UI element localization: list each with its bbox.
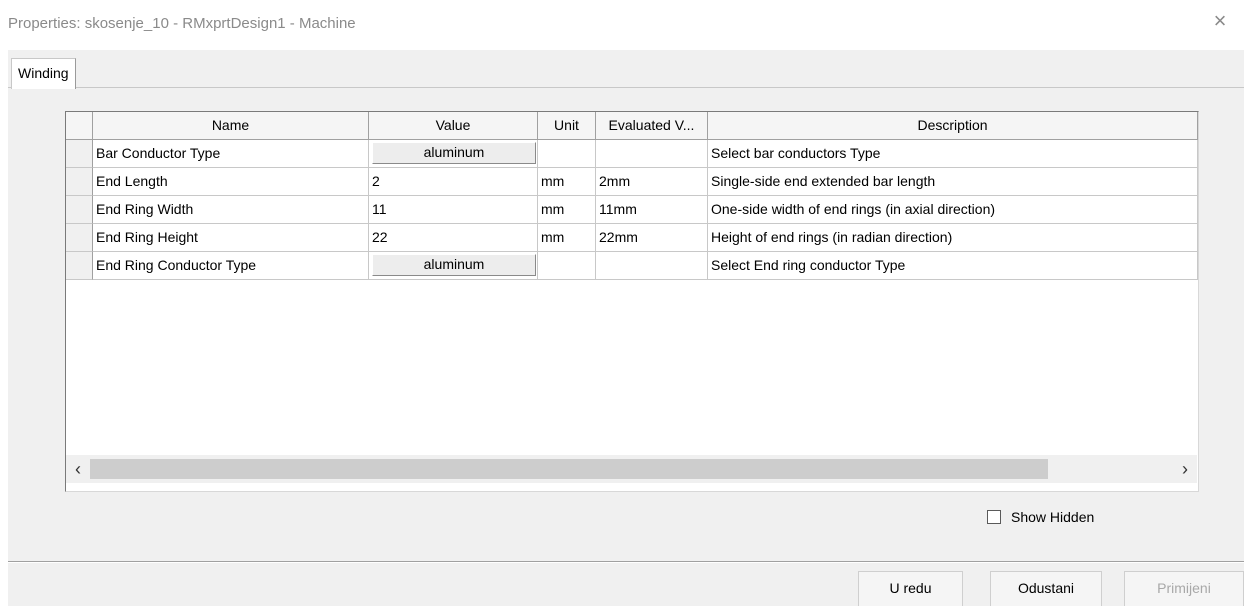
property-name: Bar Conductor Type <box>93 140 369 168</box>
table-row[interactable]: End Ring Conductor Type aluminum Select … <box>66 252 1198 280</box>
divider-highlight <box>8 562 1244 563</box>
evaluated-value-cell <box>596 140 708 168</box>
material-select-button[interactable]: aluminum <box>372 254 536 276</box>
table-row[interactable]: End Ring Width 11 mm 11mm One-side width… <box>66 196 1198 224</box>
description-cell: Height of end rings (in radian direction… <box>708 224 1198 252</box>
description-cell: One-side width of end rings (in axial di… <box>708 196 1198 224</box>
close-icon[interactable]: × <box>1210 10 1230 32</box>
grid-header: Name Value Unit Evaluated V... Descripti… <box>66 112 1198 140</box>
cancel-button[interactable]: Odustani <box>990 571 1102 606</box>
value-input[interactable]: 11 <box>369 196 538 224</box>
show-hidden-checkbox[interactable] <box>987 510 1001 524</box>
material-select-button[interactable]: aluminum <box>372 142 536 164</box>
scroll-left-icon[interactable]: ‹ <box>66 455 90 483</box>
evaluated-value-cell <box>596 252 708 280</box>
header-evaluated-value[interactable]: Evaluated V... <box>596 112 708 140</box>
description-cell: Select End ring conductor Type <box>708 252 1198 280</box>
window-title: Properties: skosenje_10 - RMxprtDesign1 … <box>8 15 356 32</box>
show-hidden-label[interactable]: Show Hidden <box>1011 508 1094 526</box>
row-selector[interactable] <box>66 224 93 252</box>
value-input[interactable]: 22 <box>369 224 538 252</box>
table-row[interactable]: End Ring Height 22 mm 22mm Height of end… <box>66 224 1198 252</box>
property-name: End Ring Height <box>93 224 369 252</box>
properties-grid: Name Value Unit Evaluated V... Descripti… <box>65 111 1199 492</box>
table-row[interactable]: End Length 2 mm 2mm Single-side end exte… <box>66 168 1198 196</box>
unit-cell[interactable]: mm <box>538 224 596 252</box>
property-name: End Ring Conductor Type <box>93 252 369 280</box>
evaluated-value-cell: 22mm <box>596 224 708 252</box>
title-bar: Properties: skosenje_10 - RMxprtDesign1 … <box>0 0 1244 50</box>
row-selector[interactable] <box>66 196 93 224</box>
value-input[interactable]: 2 <box>369 168 538 196</box>
property-name: End Length <box>93 168 369 196</box>
scrollbar-thumb[interactable] <box>90 459 1048 479</box>
row-selector[interactable] <box>66 140 93 168</box>
evaluated-value-cell: 2mm <box>596 168 708 196</box>
table-row[interactable]: Bar Conductor Type aluminum Select bar c… <box>66 140 1198 168</box>
header-description[interactable]: Description <box>708 112 1198 140</box>
horizontal-scrollbar[interactable]: ‹ › <box>66 455 1197 483</box>
unit-cell <box>538 252 596 280</box>
row-selector[interactable] <box>66 252 93 280</box>
unit-cell[interactable]: mm <box>538 168 596 196</box>
header-row-selector <box>66 112 93 140</box>
scroll-right-icon[interactable]: › <box>1173 455 1197 483</box>
value-cell: aluminum <box>369 252 538 280</box>
value-cell: aluminum <box>369 140 538 168</box>
evaluated-value-cell: 11mm <box>596 196 708 224</box>
property-name: End Ring Width <box>93 196 369 224</box>
ok-button[interactable]: U redu <box>858 571 963 606</box>
row-selector[interactable] <box>66 168 93 196</box>
tab-winding[interactable]: Winding <box>11 58 76 89</box>
unit-cell <box>538 140 596 168</box>
header-name[interactable]: Name <box>93 112 369 140</box>
unit-cell[interactable]: mm <box>538 196 596 224</box>
description-cell: Single-side end extended bar length <box>708 168 1198 196</box>
header-unit[interactable]: Unit <box>538 112 596 140</box>
apply-button[interactable]: Primijeni <box>1124 571 1244 606</box>
header-value[interactable]: Value <box>369 112 538 140</box>
description-cell: Select bar conductors Type <box>708 140 1198 168</box>
